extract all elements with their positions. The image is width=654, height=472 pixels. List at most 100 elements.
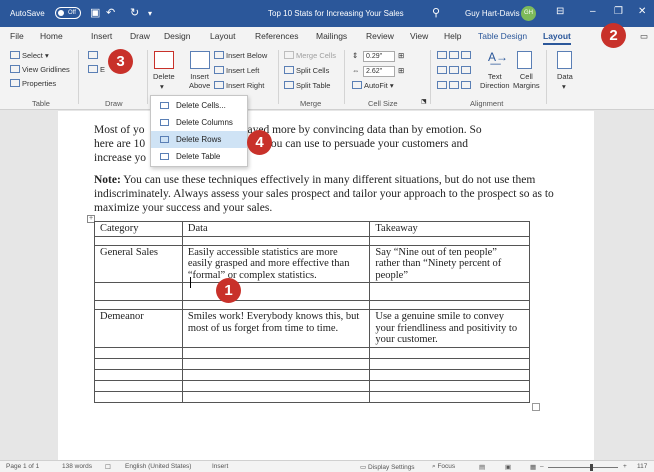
properties-button[interactable]: Properties (10, 79, 56, 88)
distribute-rows-icon[interactable]: ⊞ (398, 51, 404, 60)
table-cell[interactable]: Smiles work! Everybody knows this, but m… (181, 309, 371, 348)
menu-item-delete-columns[interactable]: Delete Columns (151, 114, 247, 131)
ribbon-display-icon[interactable]: ⊟ (556, 6, 564, 17)
callout-step-1: 1 (216, 278, 241, 303)
tab-review[interactable]: Review (366, 31, 394, 41)
table-cell[interactable] (94, 282, 183, 301)
zoom-level[interactable]: 117 (637, 463, 647, 470)
insert-above-button[interactable]: Insert Above (189, 72, 210, 90)
view-gridlines-button[interactable]: View Gridlines (10, 65, 70, 74)
display-settings-button[interactable]: ▭ Display Settings (360, 463, 415, 471)
insert-right-button[interactable]: Insert Right (214, 81, 264, 90)
delete-rows-icon (160, 136, 169, 143)
table-cell[interactable]: Use a genuine smile to convey your frien… (369, 309, 530, 348)
menu-item-delete-table[interactable]: Delete Table (151, 148, 247, 165)
tab-table-design[interactable]: Table Design (478, 31, 527, 41)
menu-item-delete-rows[interactable]: Delete Rows (151, 131, 247, 148)
customize-quick-access-icon[interactable]: ▾ (148, 9, 152, 18)
undo-icon[interactable]: ↶ (106, 6, 115, 19)
maximize-icon[interactable]: ❐ (614, 6, 623, 17)
web-layout-icon[interactable]: ▦ (530, 463, 536, 471)
document-page[interactable]: Most of yo ayed more by convincing data t… (58, 111, 594, 460)
cell-width-input[interactable]: 2.62" (363, 66, 395, 77)
divider (78, 50, 79, 104)
zoom-out-icon[interactable]: – (540, 463, 544, 470)
text-direction-button[interactable]: Text Direction (480, 72, 510, 90)
insert-below-button[interactable]: Insert Below (214, 51, 267, 60)
document-area: Most of yo ayed more by convincing data t… (0, 111, 654, 460)
note-paragraph[interactable]: Note: You can use these techniques effec… (94, 173, 564, 215)
table-row: Demeanor Smiles work! Everybody knows th… (94, 309, 530, 348)
language-status[interactable]: English (United States) (125, 463, 191, 470)
tab-layout-page[interactable]: Layout (210, 31, 236, 41)
align-top-icons[interactable] (437, 51, 473, 60)
table-cell[interactable]: Easily accessible statistics are more ea… (181, 244, 371, 283)
align-bottom-icons[interactable] (437, 81, 473, 90)
split-cells-button[interactable]: Split Cells (284, 66, 329, 75)
tab-design[interactable]: Design (164, 31, 190, 41)
cell-size-launcher-icon[interactable]: ⬔ (421, 98, 427, 105)
data-button[interactable]: Data (557, 72, 573, 81)
table-resize-handle[interactable] (532, 403, 540, 411)
insert-left-button[interactable]: Insert Left (214, 66, 259, 75)
page-count[interactable]: Page 1 of 1 (6, 463, 39, 470)
tab-view[interactable]: View (410, 31, 428, 41)
data-icon[interactable] (557, 51, 572, 69)
tab-table-layout[interactable]: Layout (543, 31, 571, 45)
cell-margins-icon[interactable] (517, 51, 532, 69)
tab-references[interactable]: References (255, 31, 298, 41)
close-icon[interactable]: ✕ (638, 6, 646, 17)
table-cell[interactable] (181, 282, 371, 301)
tab-home[interactable]: Home (40, 31, 63, 41)
table-cell[interactable]: General Sales (94, 244, 183, 283)
split-table-button[interactable]: Split Table (284, 81, 330, 90)
menu-item-delete-cells[interactable]: Delete Cells... (151, 97, 247, 114)
minimize-icon[interactable]: – (590, 6, 596, 17)
read-mode-icon[interactable]: ▤ (479, 463, 485, 471)
data-dropdown-icon[interactable]: ▾ (562, 82, 566, 91)
focus-button[interactable]: ⌕ Focus (432, 463, 455, 471)
delete-icon[interactable] (154, 51, 174, 69)
align-middle-icons[interactable] (437, 66, 473, 75)
sales-table[interactable]: Category Data Takeaway General Sales Eas… (94, 221, 530, 403)
zoom-slider[interactable] (548, 467, 618, 468)
table-cell[interactable] (369, 282, 530, 301)
redo-icon[interactable]: ↻ (130, 6, 139, 19)
tab-file[interactable]: File (10, 31, 24, 41)
tab-insert[interactable]: Insert (91, 31, 112, 41)
insert-above-icon[interactable] (190, 51, 210, 69)
proofing-icon[interactable]: ☐ (105, 463, 111, 471)
cell-height-input[interactable]: 0.29" (363, 51, 395, 62)
table-row (94, 357, 530, 370)
merge-cells-button[interactable]: Merge Cells (284, 51, 336, 60)
header-category[interactable]: Category (94, 221, 183, 237)
insert-below-icon (214, 51, 224, 59)
header-data[interactable]: Data (181, 221, 371, 237)
zoom-slider-thumb[interactable] (590, 464, 593, 471)
table-cell[interactable]: Say “Nine out of ten people” rather than… (369, 244, 530, 283)
avatar[interactable]: GH (521, 6, 536, 21)
word-count[interactable]: 138 words (62, 463, 92, 470)
autofit-button[interactable]: AutoFit ▾ (352, 81, 394, 90)
tab-mailings[interactable]: Mailings (316, 31, 347, 41)
distribute-columns-icon[interactable]: ⊞ (398, 66, 404, 75)
comments-icon[interactable]: ▭ (640, 31, 648, 42)
header-takeaway[interactable]: Takeaway (369, 221, 530, 237)
delete-dropdown-icon[interactable]: ▾ (160, 82, 164, 91)
table-cell[interactable]: Demeanor (94, 309, 183, 348)
zoom-in-icon[interactable]: + (623, 463, 627, 470)
eraser-button[interactable]: E (88, 65, 105, 74)
delete-button[interactable]: Delete (153, 72, 175, 81)
text-direction-icon[interactable]: A͟→ (488, 50, 508, 64)
search-icon[interactable]: ⚲ (432, 6, 440, 19)
insert-mode-status[interactable]: Insert (212, 463, 228, 470)
tab-help[interactable]: Help (444, 31, 461, 41)
draw-table-button[interactable] (88, 51, 100, 60)
select-button[interactable]: Select ▾ (10, 51, 49, 60)
eraser-icon (88, 65, 98, 73)
tab-draw[interactable]: Draw (130, 31, 150, 41)
print-layout-icon[interactable]: ▣ (505, 463, 511, 471)
save-icon[interactable]: ▣ (90, 6, 100, 19)
cell-margins-button[interactable]: Cell Margins (513, 72, 540, 90)
autosave-toggle[interactable]: Off (55, 7, 81, 19)
